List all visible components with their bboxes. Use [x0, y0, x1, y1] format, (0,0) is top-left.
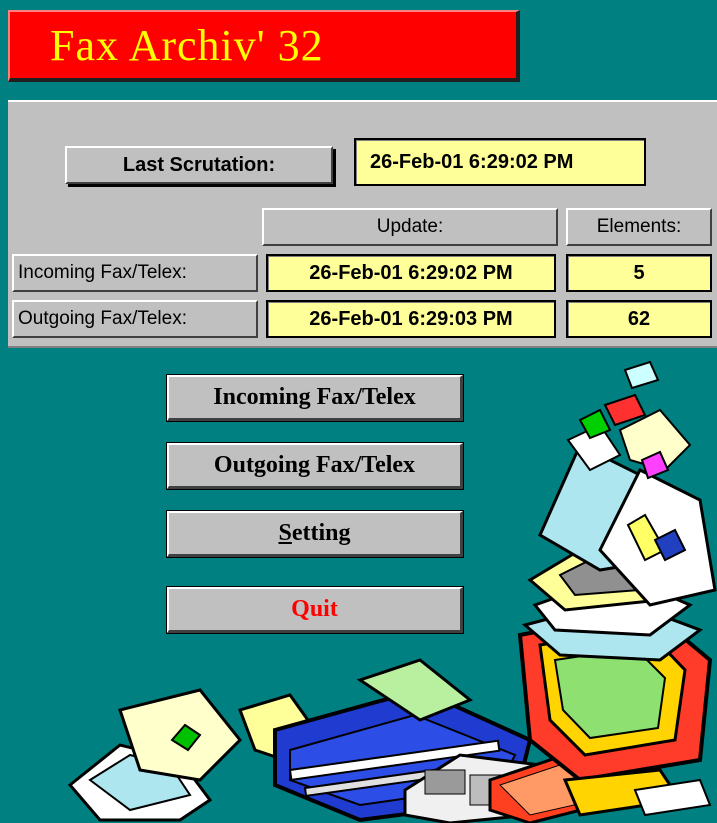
app-title: Fax Archiv' 32 — [50, 21, 324, 70]
incoming-update-value: 26-Feb-01 6:29:02 PM — [266, 254, 556, 292]
outgoing-update-value: 26-Feb-01 6:29:03 PM — [266, 300, 556, 338]
column-header-elements: Elements: — [566, 208, 712, 246]
row-label-outgoing[interactable]: Outgoing Fax/Telex: — [12, 300, 258, 338]
info-panel: Last Scrutation: 26-Feb-01 6:29:02 PM Up… — [8, 100, 717, 348]
row-label-incoming[interactable]: Incoming Fax/Telex: — [12, 254, 258, 292]
last-scrutation-button[interactable]: Last Scrutation: — [65, 146, 333, 184]
column-header-update: Update: — [262, 208, 558, 246]
outgoing-elements-value: 62 — [566, 300, 712, 338]
incoming-elements-value: 5 — [566, 254, 712, 292]
quit-button[interactable]: Quit — [166, 586, 464, 634]
title-banner: Fax Archiv' 32 — [8, 10, 520, 82]
last-scrutation-value: 26-Feb-01 6:29:02 PM — [354, 138, 646, 186]
setting-button[interactable]: Setting — [166, 510, 464, 558]
setting-accelerator-letter: S — [278, 520, 292, 546]
app-window: Fax Archiv' 32 Last Scrutation: 26-Feb-0… — [0, 0, 717, 823]
outgoing-fax-telex-button[interactable]: Outgoing Fax/Telex — [166, 442, 464, 490]
incoming-fax-telex-button[interactable]: Incoming Fax/Telex — [166, 374, 464, 422]
setting-label-rest: etting — [291, 520, 351, 546]
